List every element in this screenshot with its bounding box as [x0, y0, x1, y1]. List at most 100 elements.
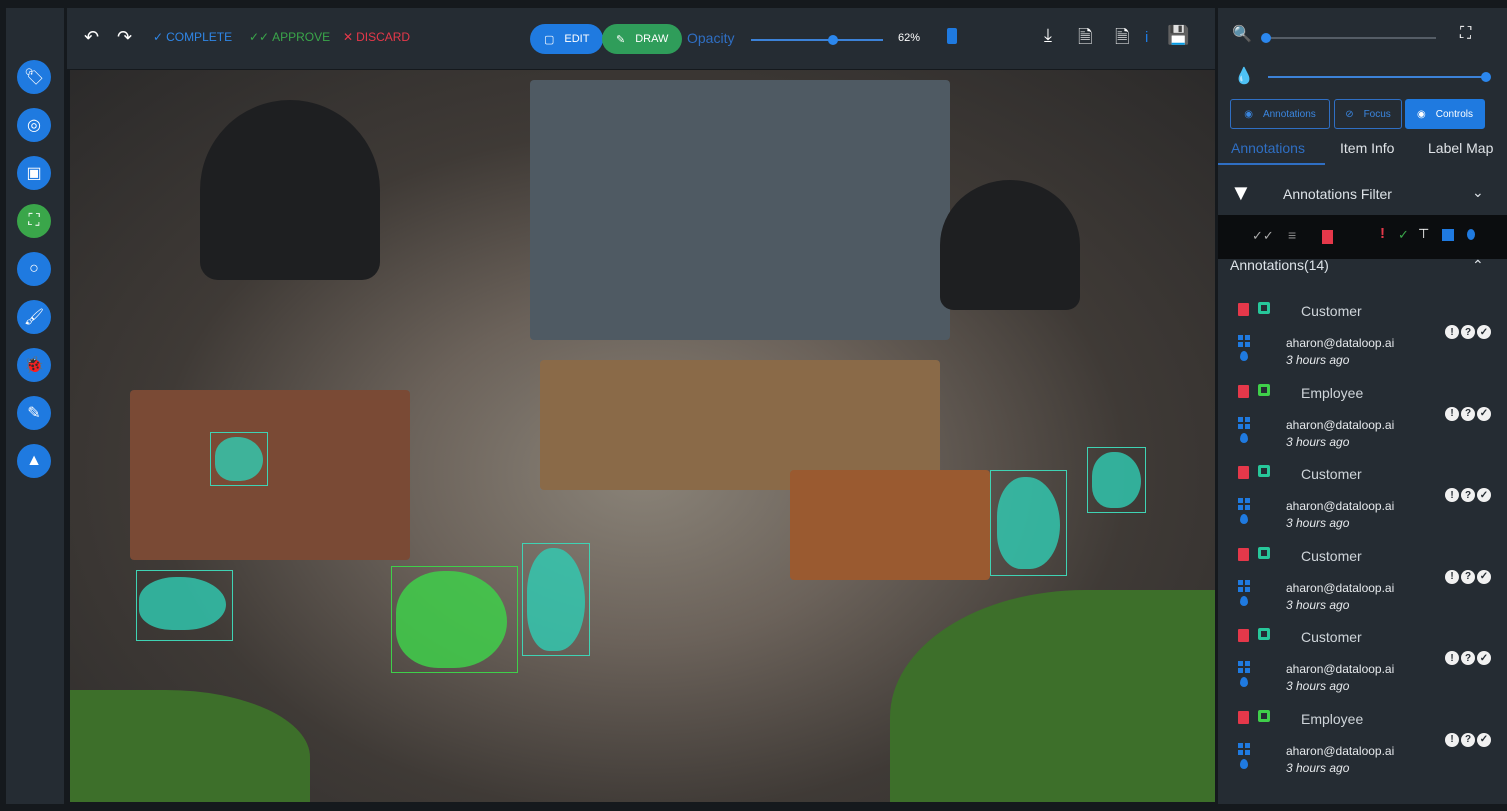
exclamation-icon[interactable]: ! — [1380, 225, 1385, 242]
bug-icon[interactable]: 🐞 — [17, 348, 51, 382]
tab-item-info[interactable]: Item Info — [1340, 140, 1394, 156]
opacity-value: 62% — [898, 32, 921, 44]
image-canvas[interactable] — [70, 70, 1215, 802]
import-file-icon[interactable]: 🗎 — [1115, 25, 1129, 55]
annotation-list-item[interactable]: Employee aharon@dataloop.ai 3 hours ago … — [1218, 703, 1507, 783]
annotation-list-item[interactable]: Employee aharon@dataloop.ai 3 hours ago … — [1218, 377, 1507, 457]
save-icon[interactable]: 💾 — [1167, 25, 1189, 46]
filter-title[interactable]: Annotations Filter — [1283, 186, 1392, 202]
issue-icon[interactable]: ! — [1445, 488, 1459, 502]
lines-icon[interactable]: ≡ — [1288, 227, 1296, 243]
drop-icon — [1240, 351, 1248, 361]
tag-icon[interactable]: 🏷 — [17, 60, 51, 94]
review-icon[interactable]: ? — [1461, 325, 1475, 339]
approve-icon[interactable]: ✓ — [1477, 325, 1491, 339]
eye-icon: ◉ — [1244, 108, 1253, 120]
export-file-icon[interactable]: 🗎 — [1078, 25, 1092, 55]
review-icon[interactable]: ? — [1461, 651, 1475, 665]
review-icon[interactable]: ? — [1461, 732, 1475, 747]
chevron-down-icon[interactable]: ⌄ — [1472, 184, 1484, 201]
info-icon[interactable]: i — [1145, 29, 1148, 46]
edit-button[interactable]: ▢ EDIT — [530, 24, 604, 54]
view-controls-button[interactable]: ◉ Controls — [1405, 99, 1485, 129]
trash-icon[interactable] — [1238, 629, 1249, 642]
tab-annotations[interactable]: Annotations — [1231, 140, 1305, 156]
trash-icon[interactable] — [1238, 466, 1249, 479]
circle-icon[interactable]: ○ — [17, 252, 51, 286]
approve-icon[interactable]: ✓ — [1477, 569, 1491, 584]
view-annotations-button[interactable]: ◉ Annotations — [1230, 99, 1330, 129]
approve-icon[interactable]: ✓ — [1477, 732, 1491, 747]
review-icon[interactable]: ? — [1461, 569, 1475, 584]
annotation-time: 3 hours ago — [1286, 760, 1350, 775]
point-icon[interactable]: ◎ — [17, 108, 51, 142]
double-check-icon[interactable]: ✓✓ — [1252, 228, 1274, 244]
annotation-box[interactable] — [391, 566, 518, 673]
trash-icon[interactable] — [1238, 384, 1249, 398]
edit-icon: ▢ — [544, 33, 555, 46]
drop-icon[interactable] — [1467, 229, 1475, 240]
annotation-box[interactable] — [210, 432, 268, 486]
fit-screen-icon[interactable]: ⛶ — [1460, 25, 1471, 43]
green-floor — [70, 690, 310, 802]
annotation-box[interactable] — [990, 470, 1067, 576]
download-icon[interactable]: ⤓ — [1044, 25, 1052, 46]
approve-icon[interactable]: ✓ — [1477, 488, 1491, 502]
view-focus-button[interactable]: ⊘ Focus — [1334, 99, 1402, 129]
annotation-box[interactable] — [136, 570, 233, 641]
brush-icon[interactable]: 🖌 — [17, 300, 51, 334]
top-toolbar: ↶ ↷ ✓ COMPLETE ✓✓ APPROVE ✕ DISCARD ▢ EDIT ✎… — [67, 8, 1215, 69]
issue-icon[interactable]: ! — [1445, 325, 1459, 339]
trash-icon[interactable] — [1238, 303, 1249, 316]
approve-icon[interactable]: ✓ — [1477, 651, 1491, 665]
tab-label-map[interactable]: Label Map — [1428, 140, 1493, 156]
annotation-box[interactable] — [522, 543, 590, 656]
opacity-drop-icon: 💧 — [1234, 68, 1254, 85]
review-icon[interactable]: ? — [1461, 406, 1475, 421]
trash-icon[interactable] — [1322, 230, 1333, 244]
annotation-list-item[interactable]: Customer aharon@dataloop.ai 3 hours ago … — [1218, 295, 1507, 375]
opacity-slider-handle[interactable] — [827, 35, 838, 45]
tree-icon[interactable]: ⊤ — [1418, 226, 1429, 242]
box-icon[interactable]: ▣ — [17, 156, 51, 190]
check-icon[interactable]: ✓ — [1398, 227, 1409, 243]
undo-icon[interactable]: ↶ — [84, 27, 99, 48]
complete-button[interactable]: ✓ COMPLETE — [153, 30, 232, 44]
active-tab-indicator — [1218, 163, 1325, 165]
annotation-list-item[interactable]: Customer aharon@dataloop.ai 3 hours ago … — [1218, 540, 1507, 620]
trash-icon[interactable] — [1238, 710, 1249, 724]
issue-icon[interactable]: ! — [1445, 406, 1459, 421]
draw-button[interactable]: ✎ DRAW — [602, 24, 683, 54]
discard-button[interactable]: ✕ DISCARD — [343, 30, 410, 44]
polygon-label-icon — [1258, 709, 1270, 722]
annotation-list-item[interactable]: Customer aharon@dataloop.ai 3 hours ago … — [1218, 621, 1507, 701]
approve-icon[interactable]: ✓ — [1477, 406, 1491, 421]
annotation-user: aharon@dataloop.ai — [1286, 336, 1395, 350]
pencil-icon: ✎ — [616, 33, 626, 46]
annotation-box[interactable] — [1087, 447, 1146, 513]
paint-bucket-icon[interactable] — [947, 28, 957, 44]
redo-icon[interactable]: ↷ — [117, 27, 132, 48]
issue-icon[interactable]: ! — [1445, 732, 1459, 747]
grid-icon[interactable] — [1442, 229, 1454, 241]
panel-opacity-slider-handle[interactable] — [1481, 72, 1491, 82]
chevron-up-icon[interactable]: ⌃ — [1472, 257, 1484, 274]
annotation-user: aharon@dataloop.ai — [1286, 580, 1395, 595]
magic-wand-icon[interactable]: ✎ — [17, 396, 51, 430]
zoom-slider[interactable] — [1261, 33, 1436, 43]
annotation-list-item[interactable]: Customer aharon@dataloop.ai 3 hours ago … — [1218, 458, 1507, 538]
zoom-slider-handle[interactable] — [1261, 33, 1271, 43]
opacity-slider[interactable] — [751, 35, 883, 45]
trash-icon[interactable] — [1238, 547, 1249, 561]
annotations-list-title[interactable]: Annotations(14) — [1230, 257, 1329, 273]
right-panel: 🔍 ⛶ 💧 ◉ Annotations ⊘ Focus ◉ Controls Anno… — [1218, 8, 1507, 804]
review-icon[interactable]: ? — [1461, 488, 1475, 502]
issue-icon[interactable]: ! — [1445, 569, 1459, 584]
polygon-label-icon — [1258, 628, 1270, 640]
pendant-lamp — [200, 100, 380, 280]
polygon-icon[interactable]: ⛶ — [17, 204, 51, 238]
panel-opacity-slider[interactable] — [1268, 72, 1491, 82]
cone-icon[interactable]: ▲ — [17, 444, 51, 478]
issue-icon[interactable]: ! — [1445, 651, 1459, 665]
approve-button[interactable]: ✓✓ APPROVE — [249, 30, 330, 44]
